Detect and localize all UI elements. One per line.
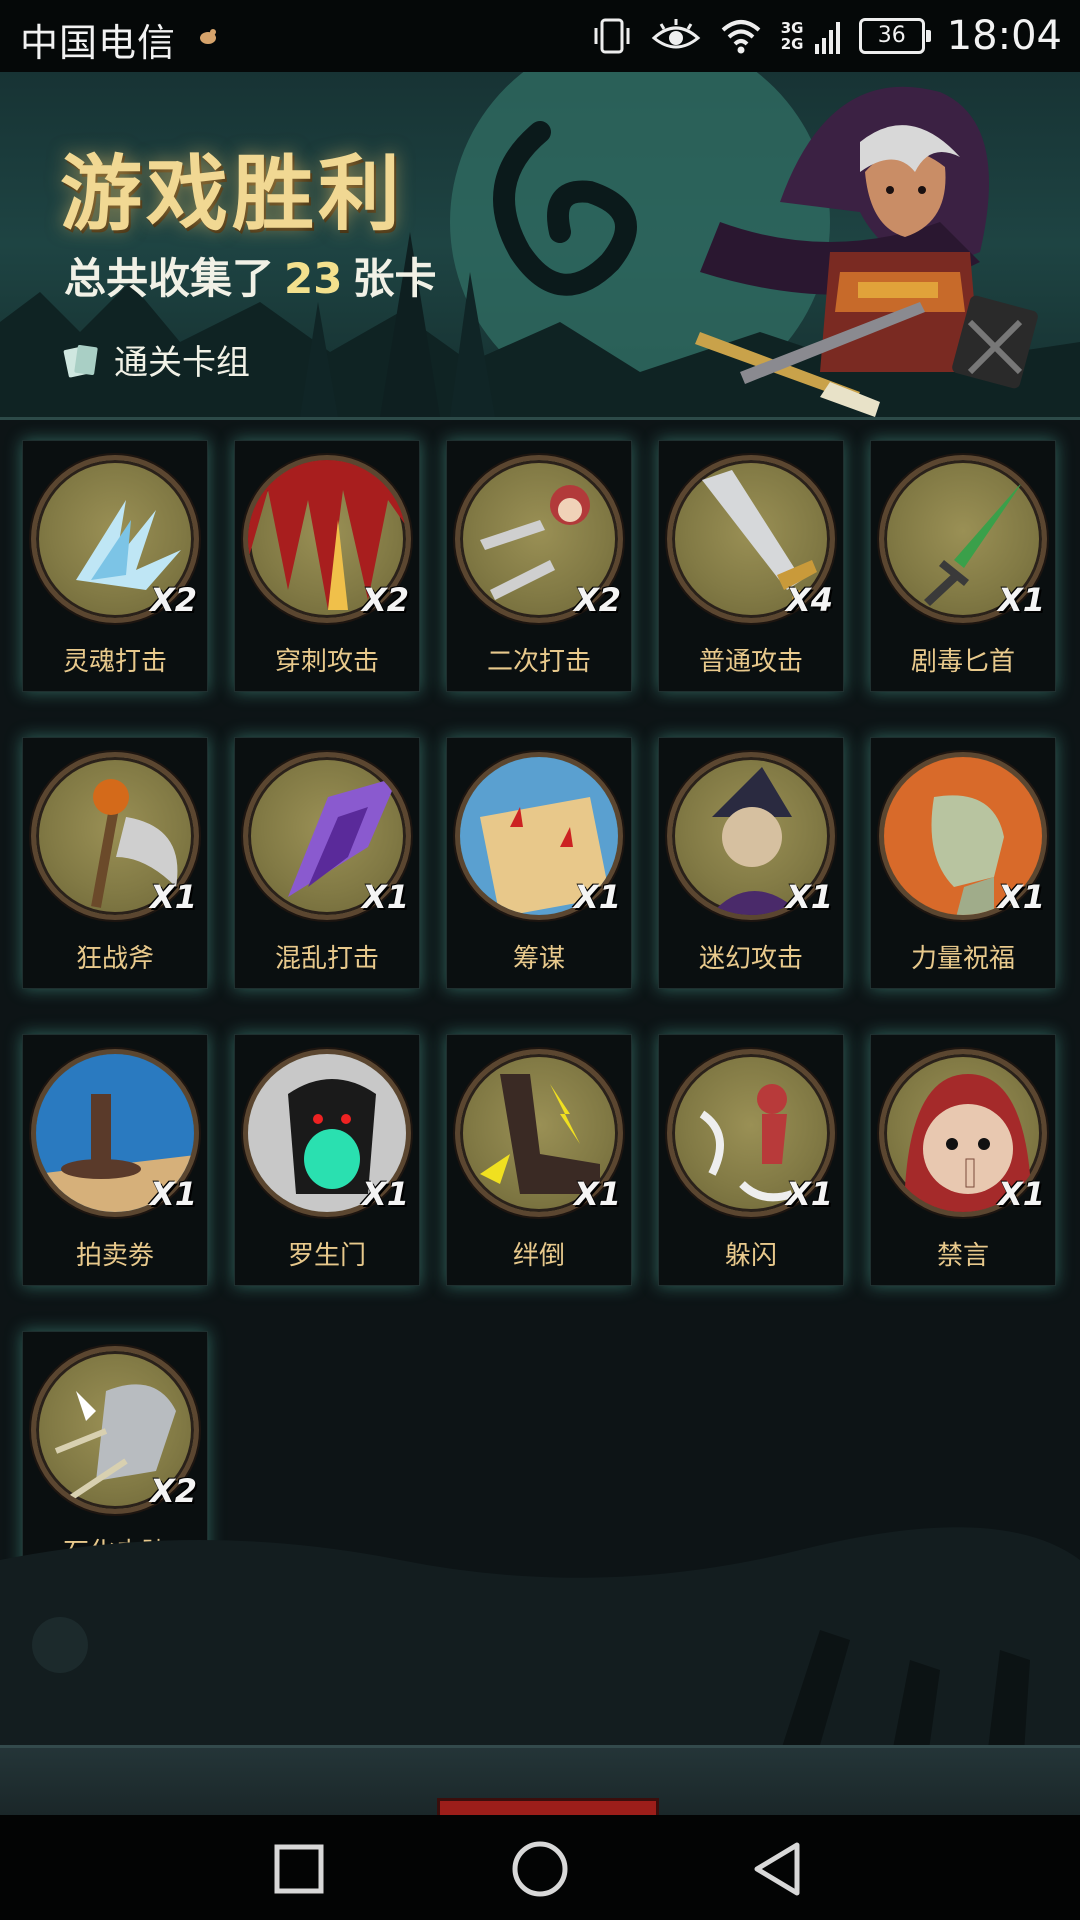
wifi-icon	[721, 20, 761, 54]
card-count: 23	[284, 254, 343, 303]
card-name: 剧毒匕首	[910, 647, 1015, 677]
vibrate-icon	[594, 18, 630, 54]
card-quantity: X1	[998, 1175, 1045, 1213]
card-item[interactable]: X1 拍卖劵	[22, 1034, 208, 1286]
card-name: 禁言	[936, 1241, 989, 1271]
card-name: 普通攻击	[698, 647, 803, 677]
dark-forest-floor-background	[0, 1527, 1080, 1815]
card-item[interactable]: X2 灵魂打击	[22, 440, 208, 692]
card-item[interactable]: X2 二次打击	[446, 440, 632, 692]
battery-indicator: 36	[858, 18, 931, 54]
card-name: 罗生门	[287, 1241, 366, 1271]
card-quantity: X2	[150, 581, 197, 619]
card-item[interactable]: X1 混乱打击	[234, 737, 420, 989]
card-quantity: X1	[362, 878, 409, 916]
carrier-name: 中国电信	[20, 21, 177, 65]
cell-signal-icon: 3G 2G	[781, 16, 841, 56]
clock: 18:04	[946, 13, 1062, 59]
card-name: 混乱打击	[274, 944, 379, 974]
card-item[interactable]: X1 狂战斧	[22, 737, 208, 989]
hooded-hero-illustration	[695, 86, 1038, 417]
card-item[interactable]: X1 躲闪	[658, 1034, 844, 1286]
deck-cards-icon	[63, 344, 98, 377]
card-item[interactable]: X2 穿刺攻击	[234, 440, 420, 692]
card-item[interactable]: X1 剧毒匕首	[870, 440, 1056, 692]
card-quantity: X1	[362, 1175, 409, 1213]
card-name: 躲闪	[724, 1241, 777, 1271]
card-quantity: X1	[786, 1175, 833, 1213]
cards-collected-summary: 总共收集了 23 张卡	[64, 245, 436, 306]
card-name: 穿刺攻击	[274, 647, 379, 677]
card-item[interactable]: X4 普通攻击	[658, 440, 844, 692]
status-bar: 中国电信 3G 2G 36 18:04	[0, 0, 1080, 72]
card-quantity: X1	[150, 878, 197, 916]
card-name: 二次打击	[486, 647, 591, 677]
card-name: 灵魂打击	[62, 647, 167, 677]
recent-apps-icon[interactable]	[265, 1839, 335, 1899]
victory-title: 游戏胜利	[60, 147, 405, 242]
card-item[interactable]: X1 绊倒	[446, 1034, 632, 1286]
card-quantity: X1	[998, 581, 1045, 619]
card-name: 绊倒	[512, 1241, 565, 1271]
card-item[interactable]: X1 筹谋	[446, 737, 632, 989]
system-navigation-bar	[0, 1815, 1080, 1920]
card-quantity: X2	[362, 581, 409, 619]
card-item[interactable]: X1 迷幻攻击	[658, 737, 844, 989]
card-item[interactable]: X1 罗生门	[234, 1034, 420, 1286]
card-item[interactable]: X1 禁言	[870, 1034, 1056, 1286]
home-icon[interactable]	[505, 1839, 575, 1899]
card-quantity: X1	[150, 1175, 197, 1213]
game-victory-screen: 中国电信 3G 2G 36 18:04 游戏胜利 总共收集了 23 张卡 通关卡…	[0, 0, 1080, 1920]
card-quantity: X2	[574, 581, 621, 619]
card-name: 迷幻攻击	[698, 944, 803, 974]
card-quantity: X1	[786, 878, 833, 916]
status-icons: 3G 2G 36 18:04	[591, 10, 1062, 62]
card-name: 拍卖劵	[75, 1241, 154, 1271]
card-quantity: X1	[574, 1175, 621, 1213]
summary-suffix: 张卡	[352, 254, 437, 303]
card-quantity: X1	[574, 878, 621, 916]
card-name: 狂战斧	[75, 944, 154, 974]
card-item[interactable]: X1 力量祝福	[870, 737, 1056, 989]
deck-link-label: 通关卡组	[114, 343, 250, 383]
completed-deck-button[interactable]: 通关卡组	[62, 335, 250, 384]
victory-banner: 游戏胜利 总共收集了 23 张卡 通关卡组	[0, 72, 1080, 420]
card-quantity: X4	[786, 581, 833, 619]
summary-prefix: 总共收集了	[64, 254, 275, 303]
card-quantity: X1	[998, 878, 1045, 916]
card-name: 力量祝福	[910, 944, 1015, 974]
back-icon[interactable]	[745, 1839, 815, 1899]
eye-comfort-icon	[651, 19, 701, 49]
notification-icon	[200, 29, 216, 44]
card-name: 筹谋	[512, 944, 565, 974]
